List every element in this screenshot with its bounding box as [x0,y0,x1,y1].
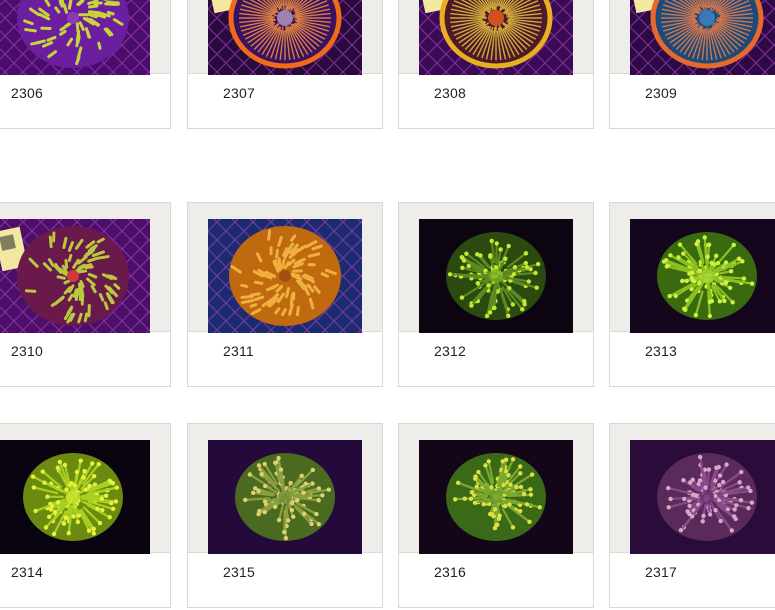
product-card[interactable]: 2313 [609,202,775,387]
product-image[interactable] [630,219,775,333]
product-label[interactable]: 2309 [645,85,677,101]
product-image[interactable] [630,440,775,554]
product-image[interactable] [419,219,573,333]
product-card[interactable]: 2308 [398,0,594,129]
product-label[interactable]: 2316 [434,564,466,580]
coral-photo [419,219,573,333]
product-label[interactable]: 2313 [645,343,677,359]
coral-photo [419,0,573,75]
product-card[interactable]: 2309 [609,0,775,129]
product-card[interactable]: 2306 [0,0,171,129]
product-label[interactable]: 2306 [11,85,43,101]
product-label[interactable]: 2315 [223,564,255,580]
product-card[interactable]: 2312 [398,202,594,387]
product-card[interactable]: 2310 [0,202,171,387]
product-label[interactable]: 2307 [223,85,255,101]
coral-photo [419,440,573,554]
coral-photo [630,440,775,554]
product-label[interactable]: 2312 [434,343,466,359]
coral-photo [0,219,150,333]
product-card[interactable]: 2311 [187,202,383,387]
product-image[interactable] [0,0,150,75]
product-card[interactable]: 2317 [609,423,775,608]
product-image[interactable] [208,0,362,75]
coral-photo [208,0,362,75]
product-card[interactable]: 2314 [0,423,171,608]
product-card[interactable]: 2307 [187,0,383,129]
product-image[interactable] [208,219,362,333]
product-label[interactable]: 2308 [434,85,466,101]
coral-photo [630,0,775,75]
product-image[interactable] [419,440,573,554]
product-image[interactable] [630,0,775,75]
product-image[interactable] [208,440,362,554]
coral-photo [0,440,150,554]
product-card[interactable]: 2316 [398,423,594,608]
coral-photo [0,0,150,75]
product-image[interactable] [0,219,150,333]
coral-photo [208,219,362,333]
product-image[interactable] [0,440,150,554]
product-card[interactable]: 2315 [187,423,383,608]
product-label[interactable]: 2311 [223,343,254,359]
product-label[interactable]: 2310 [11,343,43,359]
product-label[interactable]: 2314 [11,564,43,580]
product-image[interactable] [419,0,573,75]
product-label[interactable]: 2317 [645,564,677,580]
coral-photo [630,219,775,333]
coral-photo [208,440,362,554]
